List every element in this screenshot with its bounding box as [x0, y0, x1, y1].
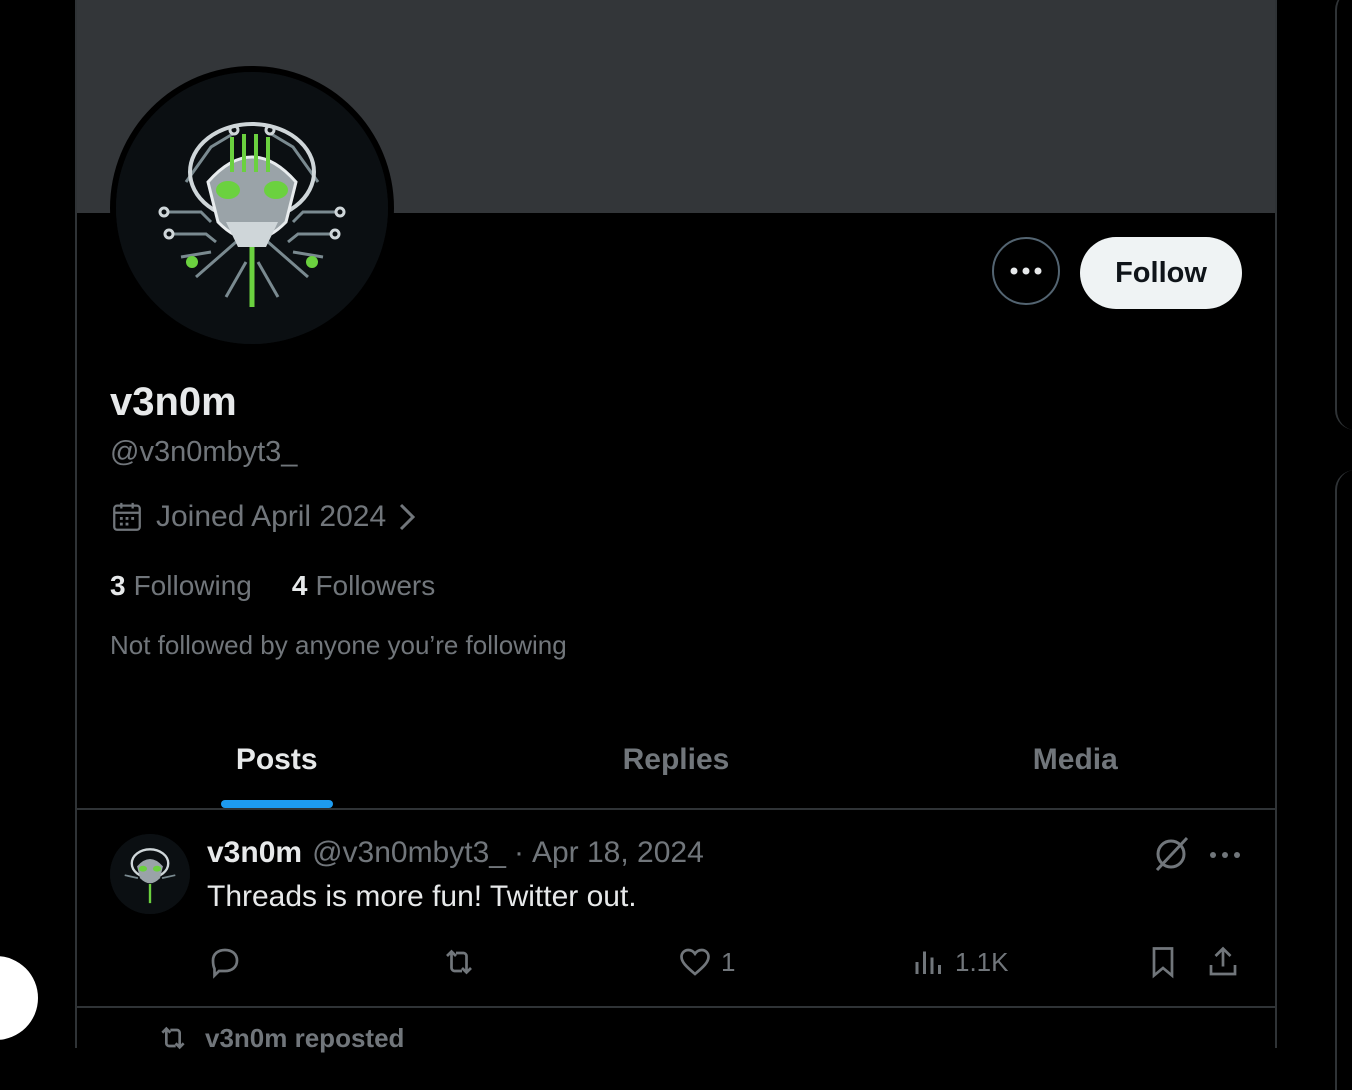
share-button[interactable] [1205, 944, 1241, 980]
not-followed-notice: Not followed by anyone you’re following [110, 630, 567, 660]
profile-column: Follow v3n0m @v3n0mbyt3_ Joined April 20… [75, 0, 1277, 1053]
tab-posts[interactable]: Posts [77, 712, 476, 808]
right-panel-edge [1335, 0, 1352, 430]
post-author-handle[interactable]: @v3n0mbyt3_ [312, 836, 506, 870]
tab-posts-label: Posts [235, 743, 318, 776]
like-button[interactable]: 1 [677, 944, 735, 980]
post-author-name[interactable]: v3n0m [207, 836, 302, 870]
share-icon [1209, 946, 1237, 976]
followers-label: Followers [315, 570, 436, 601]
active-tab-indicator [220, 800, 333, 808]
joined-date[interactable]: Joined April 2024 [110, 500, 420, 534]
right-panel-edge-lower [1335, 470, 1352, 1090]
post-item[interactable]: v3n0m @v3n0mbyt3_ · Apr 18, 2024 Threads… [77, 810, 1275, 1008]
repost-icon [161, 1026, 185, 1050]
snake-logo-icon [116, 72, 388, 344]
tab-replies-label: Replies [622, 743, 730, 776]
post-date[interactable]: Apr 18, 2024 [532, 836, 704, 870]
profile-handle: @v3n0mbyt3_ [110, 436, 298, 468]
post-avatar[interactable] [110, 834, 190, 914]
follow-button[interactable]: Follow [1080, 237, 1242, 309]
views-count: 1.1K [955, 946, 1009, 977]
repost-icon [446, 949, 472, 975]
chevron-right-icon [400, 503, 416, 531]
calendar-icon [113, 502, 141, 531]
reply-button[interactable] [207, 944, 243, 980]
tab-media-label: Media [1032, 743, 1118, 776]
following-count: 3 [110, 570, 126, 601]
profile-avatar[interactable] [110, 66, 394, 350]
tab-media[interactable]: Media [876, 712, 1275, 808]
more-options-button[interactable] [992, 237, 1060, 305]
repost-indicator[interactable]: v3n0m reposted [157, 1022, 404, 1054]
snake-logo-icon [110, 834, 190, 914]
bookmark-button[interactable] [1145, 944, 1181, 980]
repost-button[interactable] [441, 944, 477, 980]
followers-count: 4 [291, 570, 308, 601]
floating-button[interactable] [0, 956, 38, 1040]
grok-icon[interactable] [1151, 834, 1191, 874]
views-icon [915, 951, 941, 974]
profile-display-name: v3n0m [110, 380, 237, 424]
follow-stats: 3 Following 4 Followers [110, 570, 475, 602]
post-text: Threads is more fun! Twitter out. [207, 880, 637, 913]
like-count: 1 [721, 946, 736, 977]
like-icon [680, 948, 710, 976]
followers-link[interactable]: 4 Followers [292, 570, 435, 602]
profile-tabs: Posts Replies Media [77, 712, 1275, 810]
more-icon [1010, 267, 1042, 275]
post-header: v3n0m @v3n0mbyt3_ · Apr 18, 2024 [207, 836, 704, 870]
avatar-image [116, 72, 388, 344]
reply-icon [211, 948, 239, 979]
tab-replies[interactable]: Replies [476, 712, 875, 808]
following-label: Following [133, 570, 252, 601]
bookmark-icon [1152, 947, 1174, 979]
post-more-icon[interactable] [1207, 840, 1243, 870]
joined-text: Joined April 2024 [156, 500, 387, 533]
repost-text: v3n0m reposted [205, 1022, 405, 1053]
post-actions: 1 1.1K [77, 944, 1275, 984]
post-separator: · [513, 836, 524, 869]
views-button[interactable]: 1.1K [911, 944, 1009, 980]
following-link[interactable]: 3 Following [110, 570, 252, 602]
